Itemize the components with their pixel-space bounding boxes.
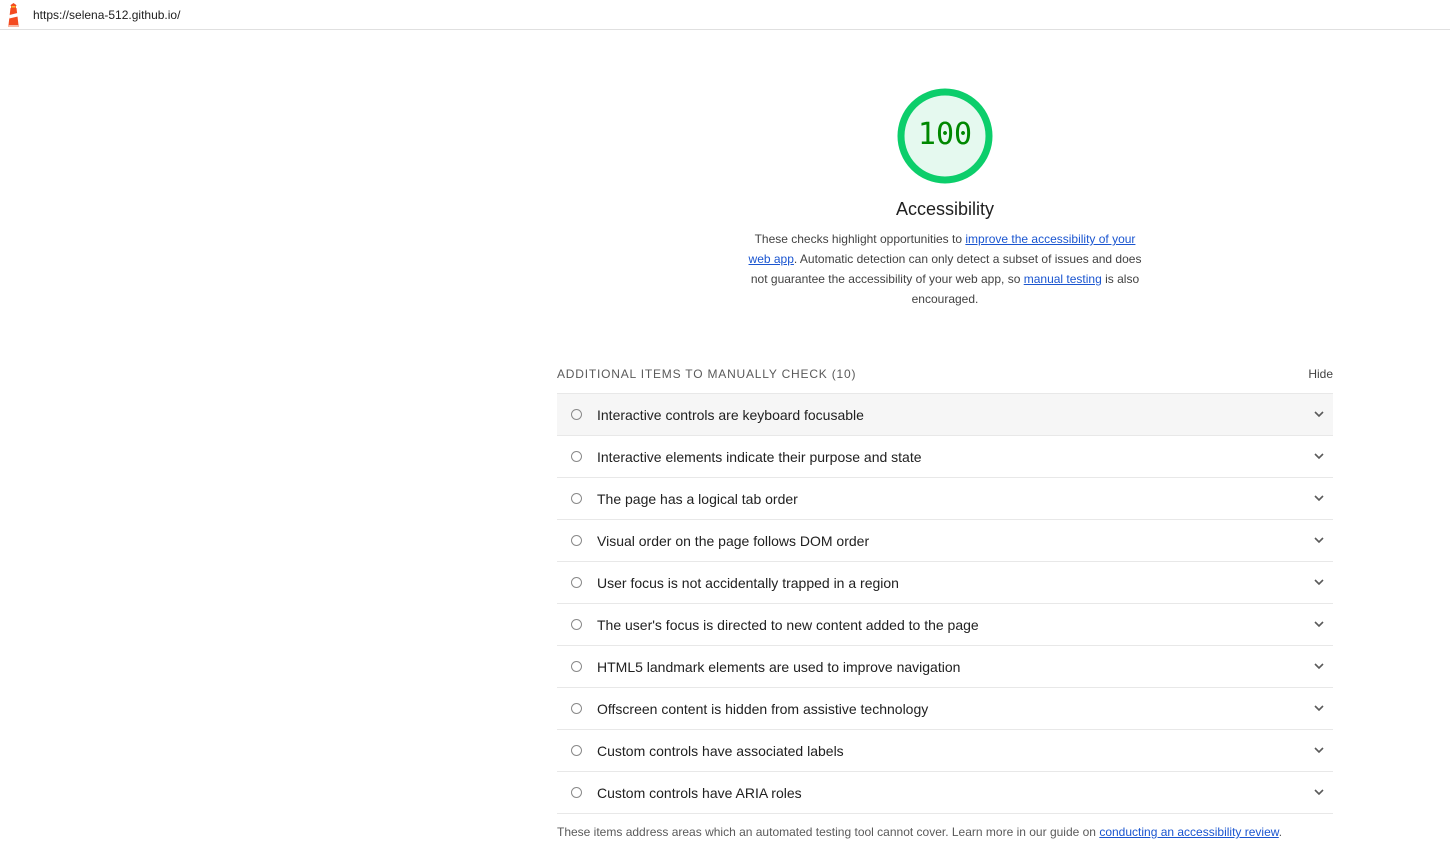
- audit-row[interactable]: Interactive elements indicate their purp…: [557, 435, 1333, 477]
- audit-title: Custom controls have associated labels: [597, 743, 844, 759]
- group-title: ADDITIONAL ITEMS TO MANUALLY CHECK (10): [557, 367, 856, 381]
- audit-row[interactable]: The user's focus is directed to new cont…: [557, 603, 1333, 645]
- chevron-down-icon[interactable]: [1313, 576, 1325, 588]
- group-title-text: ADDITIONAL ITEMS TO MANUALLY CHECK: [557, 367, 828, 381]
- audit-title: Visual order on the page follows DOM ord…: [597, 533, 870, 549]
- audit-row[interactable]: Custom controls have ARIA roles: [557, 771, 1333, 814]
- manual-check-circle-icon: [571, 577, 582, 588]
- audit-title: HTML5 landmark elements are used to impr…: [597, 659, 961, 675]
- audit-row[interactable]: Offscreen content is hidden from assisti…: [557, 687, 1333, 729]
- audit-row[interactable]: Interactive controls are keyboard focusa…: [557, 393, 1333, 435]
- manual-check-circle-icon: [571, 745, 582, 756]
- manual-check-circle-icon: [571, 409, 582, 420]
- page-url[interactable]: https://selena-512.github.io/: [33, 8, 180, 22]
- audit-row[interactable]: The page has a logical tab order: [557, 477, 1333, 519]
- lighthouse-logo-icon: [8, 3, 19, 27]
- audit-row[interactable]: HTML5 landmark elements are used to impr…: [557, 645, 1333, 687]
- manual-check-circle-icon: [571, 661, 582, 672]
- audit-title: Interactive elements indicate their purp…: [597, 449, 922, 465]
- chevron-down-icon[interactable]: [1313, 660, 1325, 672]
- manual-check-circle-icon: [571, 493, 582, 504]
- audit-title: Interactive controls are keyboard focusa…: [597, 407, 864, 423]
- chevron-down-icon[interactable]: [1313, 786, 1325, 798]
- chevron-down-icon[interactable]: [1313, 534, 1325, 546]
- description-text-1: These checks highlight opportunities to: [754, 232, 966, 246]
- accessibility-review-link[interactable]: conducting an accessibility review: [1099, 825, 1278, 839]
- chevron-down-icon[interactable]: [1313, 618, 1325, 630]
- audit-title: The page has a logical tab order: [597, 491, 798, 507]
- manual-check-circle-icon: [571, 787, 582, 798]
- chevron-down-icon[interactable]: [1313, 492, 1325, 504]
- group-header: ADDITIONAL ITEMS TO MANUALLY CHECK (10) …: [557, 367, 1333, 383]
- manual-check-circle-icon: [571, 535, 582, 546]
- audit-title: User focus is not accidentally trapped i…: [597, 575, 899, 591]
- chevron-down-icon[interactable]: [1313, 408, 1325, 420]
- top-bar: https://selena-512.github.io/: [0, 0, 1450, 30]
- group-footnote: These items address areas which an autom…: [557, 824, 1282, 840]
- score-value: 100: [917, 117, 973, 152]
- footnote-text: These items address areas which an autom…: [557, 825, 1100, 839]
- audit-title: Offscreen content is hidden from assisti…: [597, 701, 929, 717]
- audit-row[interactable]: User focus is not accidentally trapped i…: [557, 561, 1333, 603]
- chevron-down-icon[interactable]: [1313, 450, 1325, 462]
- manual-check-circle-icon: [571, 703, 582, 714]
- manual-testing-link[interactable]: manual testing: [1024, 272, 1102, 286]
- manual-check-circle-icon: [571, 451, 582, 462]
- category-title: Accessibility: [895, 199, 995, 219]
- audit-row[interactable]: Visual order on the page follows DOM ord…: [557, 519, 1333, 561]
- audit-title: The user's focus is directed to new cont…: [597, 617, 979, 633]
- audit-title: Custom controls have ARIA roles: [597, 785, 802, 801]
- hide-toggle-button[interactable]: Hide: [1308, 367, 1333, 381]
- group-count: (10): [831, 367, 857, 381]
- audit-row[interactable]: Custom controls have associated labels: [557, 729, 1333, 771]
- audit-list: Interactive controls are keyboard focusa…: [557, 393, 1333, 814]
- manual-check-circle-icon: [571, 619, 582, 630]
- footnote-end: .: [1278, 825, 1283, 839]
- chevron-down-icon[interactable]: [1313, 744, 1325, 756]
- chevron-down-icon[interactable]: [1313, 702, 1325, 714]
- category-description: These checks highlight opportunities to …: [744, 229, 1146, 309]
